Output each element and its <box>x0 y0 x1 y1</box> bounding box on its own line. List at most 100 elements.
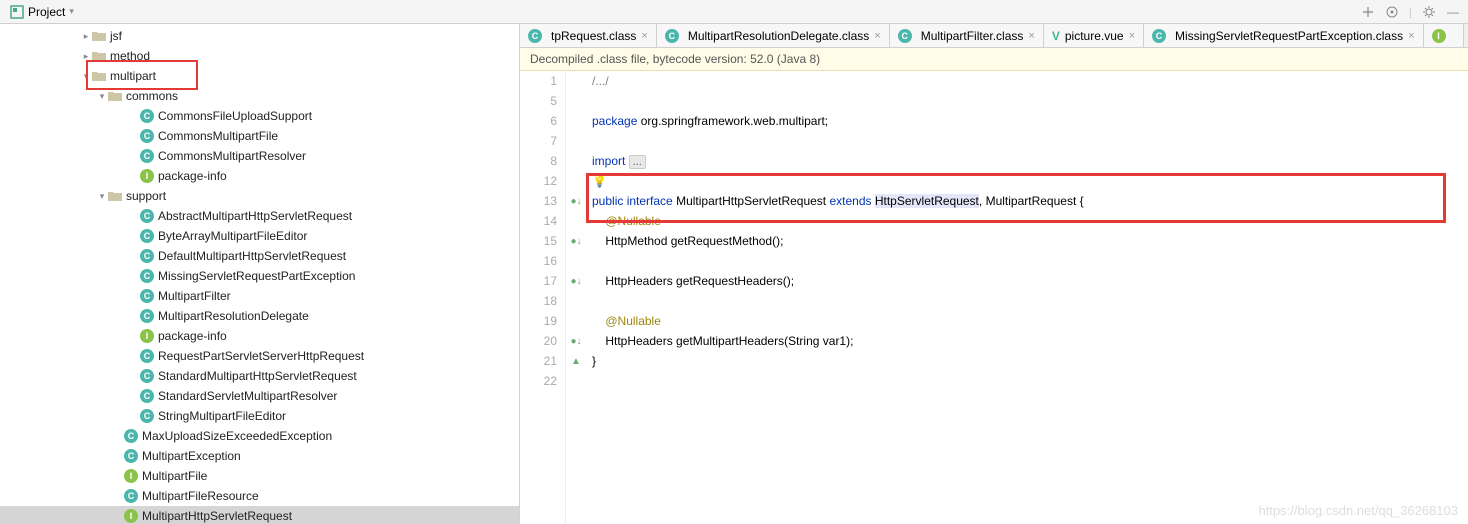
gutter-mark <box>566 311 586 331</box>
tree-item-defaultmultiparthttpservletrequest[interactable]: CDefaultMultipartHttpServletRequest <box>0 246 519 266</box>
class-file-icon: C <box>140 289 154 303</box>
code-line[interactable] <box>592 371 1468 391</box>
line-number: 13 <box>520 191 557 211</box>
line-number: 12 <box>520 171 557 191</box>
class-file-icon: C <box>124 429 138 443</box>
tree-item-commons[interactable]: ▾commons <box>0 86 519 106</box>
tree-item-label: MultipartFileResource <box>142 489 259 503</box>
tree-item-multipartfilter[interactable]: CMultipartFilter <box>0 286 519 306</box>
class-file-icon: C <box>140 309 154 323</box>
code-line[interactable]: package org.springframework.web.multipar… <box>592 111 1468 131</box>
tab-picture-vue[interactable]: Vpicture.vue× <box>1044 24 1144 47</box>
tree-item-package-info[interactable]: Ipackage-info <box>0 326 519 346</box>
tree-item-multipartfileresource[interactable]: CMultipartFileResource <box>0 486 519 506</box>
tree-twisty-icon[interactable]: ▸ <box>80 51 92 62</box>
tree-item-requestpartservletserverhttprequest[interactable]: CRequestPartServletServerHttpRequest <box>0 346 519 366</box>
tree-item-commonsfileuploadsupport[interactable]: CCommonsFileUploadSupport <box>0 106 519 126</box>
tree-twisty-icon[interactable]: ▾ <box>96 191 108 202</box>
code-line[interactable] <box>592 291 1468 311</box>
gutter-mark <box>566 131 586 151</box>
close-icon[interactable]: × <box>641 30 647 42</box>
tab-multipartfilter-class[interactable]: CMultipartFilter.class× <box>890 24 1044 47</box>
tree-item-missingservletrequestpartexception[interactable]: CMissingServletRequestPartException <box>0 266 519 286</box>
tree-item-multipart[interactable]: ▾multipart <box>0 66 519 86</box>
code-line[interactable]: import ... <box>592 151 1468 171</box>
close-icon[interactable]: × <box>874 30 880 42</box>
tree-item-standardservletmultipartresolver[interactable]: CStandardServletMultipartResolver <box>0 386 519 406</box>
line-number: 19 <box>520 311 557 331</box>
class-file-icon: C <box>140 129 154 143</box>
code-editor[interactable]: 156781213141516171819202122 ●↓●↓●↓●↓▲ /.… <box>520 71 1468 524</box>
interface-file-icon: I <box>140 329 154 343</box>
close-icon[interactable]: × <box>1028 30 1034 42</box>
tab-tprequest-class[interactable]: CtpRequest.class× <box>520 24 657 47</box>
tree-item-commonsmultipartresolver[interactable]: CCommonsMultipartResolver <box>0 146 519 166</box>
line-number: 8 <box>520 151 557 171</box>
expand-icon[interactable] <box>1385 5 1399 19</box>
tab-missingservletrequestpartexception-class[interactable]: CMissingServletRequestPartException.clas… <box>1144 24 1424 47</box>
code-line[interactable]: HttpMethod getRequestMethod(); <box>592 231 1468 251</box>
code-line[interactable]: /.../ <box>592 71 1468 91</box>
tree-twisty-icon[interactable]: ▸ <box>80 31 92 42</box>
tree-item-label: DefaultMultipartHttpServletRequest <box>158 249 346 263</box>
tree-item-jsf[interactable]: ▸ jsf <box>0 26 519 46</box>
line-number: 5 <box>520 91 557 111</box>
tab-extra[interactable]: I <box>1424 24 1464 47</box>
class-file-icon: C <box>140 349 154 363</box>
code-line[interactable]: } <box>592 351 1468 371</box>
code-line[interactable]: HttpHeaders getMultipartHeaders(String v… <box>592 331 1468 351</box>
tree-item-multipartfile[interactable]: IMultipartFile <box>0 466 519 486</box>
gear-icon[interactable] <box>1422 5 1436 19</box>
tree-item-commonsmultipartfile[interactable]: C CommonsMultipartFile <box>0 126 519 146</box>
tab-multipartresolutiondelegate-class[interactable]: CMultipartResolutionDelegate.class× <box>657 24 890 47</box>
tree-item-stringmultipartfileeditor[interactable]: CStringMultipartFileEditor <box>0 406 519 426</box>
line-number: 7 <box>520 131 557 151</box>
tree-twisty-icon[interactable]: ▾ <box>80 71 92 82</box>
decompiled-banner: Decompiled .class file, bytecode version… <box>520 48 1468 71</box>
code-line[interactable]: 💡 <box>592 171 1468 191</box>
tree-item-package-info[interactable]: Ipackage-info <box>0 166 519 186</box>
gutter-mark <box>566 251 586 271</box>
class-file-icon: C <box>665 29 679 43</box>
line-number: 18 <box>520 291 557 311</box>
tree-item-method[interactable]: ▸method <box>0 46 519 66</box>
code-line[interactable] <box>592 131 1468 151</box>
top-toolbar: Project ▾ | — <box>0 0 1468 24</box>
code-line[interactable] <box>592 91 1468 111</box>
project-icon <box>10 5 24 19</box>
gutter-mark: ▲ <box>566 351 586 371</box>
tree-item-label: CommonsMultipartResolver <box>158 149 306 163</box>
code-line[interactable]: @Nullable <box>592 211 1468 231</box>
gutter-mark: ●↓ <box>566 191 586 211</box>
tree-item-abstractmultiparthttpservletrequest[interactable]: CAbstractMultipartHttpServletRequest <box>0 206 519 226</box>
folder-icon <box>92 29 106 43</box>
tree-item-multipartexception[interactable]: CMultipartException <box>0 446 519 466</box>
tree-item-label: MultipartResolutionDelegate <box>158 309 309 323</box>
tree-item-label: CommonsFileUploadSupport <box>158 109 312 123</box>
close-icon[interactable]: × <box>1129 30 1135 42</box>
tree-item-label: MaxUploadSizeExceededException <box>142 429 332 443</box>
hide-icon[interactable]: — <box>1446 5 1460 19</box>
folder-icon <box>108 189 122 203</box>
code-line[interactable]: @Nullable <box>592 311 1468 331</box>
intention-bulb-icon[interactable]: 💡 <box>592 174 607 188</box>
tree-item-maxuploadsizeexceededexception[interactable]: C MaxUploadSizeExceededException <box>0 426 519 446</box>
tree-item-bytearraymultipartfileeditor[interactable]: CByteArrayMultipartFileEditor <box>0 226 519 246</box>
close-icon[interactable]: × <box>1408 30 1414 42</box>
tree-item-label: CommonsMultipartFile <box>158 129 278 143</box>
code-line[interactable]: public interface MultipartHttpServletReq… <box>592 191 1468 211</box>
editor-tabs: CtpRequest.class×CMultipartResolutionDel… <box>520 24 1468 48</box>
class-file-icon: C <box>140 409 154 423</box>
tree-item-label: jsf <box>110 29 122 43</box>
tree-item-support[interactable]: ▾support <box>0 186 519 206</box>
tree-item-multiparthttpservletrequest[interactable]: IMultipartHttpServletRequest <box>0 506 519 524</box>
tree-item-standardmultiparthttpservletrequest[interactable]: CStandardMultipartHttpServletRequest <box>0 366 519 386</box>
collapse-icon[interactable] <box>1361 5 1375 19</box>
project-dropdown[interactable]: Project ▾ <box>4 3 80 21</box>
class-file-icon: C <box>140 389 154 403</box>
code-line[interactable]: HttpHeaders getRequestHeaders(); <box>592 271 1468 291</box>
code-line[interactable] <box>592 251 1468 271</box>
project-label: Project <box>28 5 65 19</box>
tree-item-multipartresolutiondelegate[interactable]: C MultipartResolutionDelegate <box>0 306 519 326</box>
tree-twisty-icon[interactable]: ▾ <box>96 91 108 102</box>
